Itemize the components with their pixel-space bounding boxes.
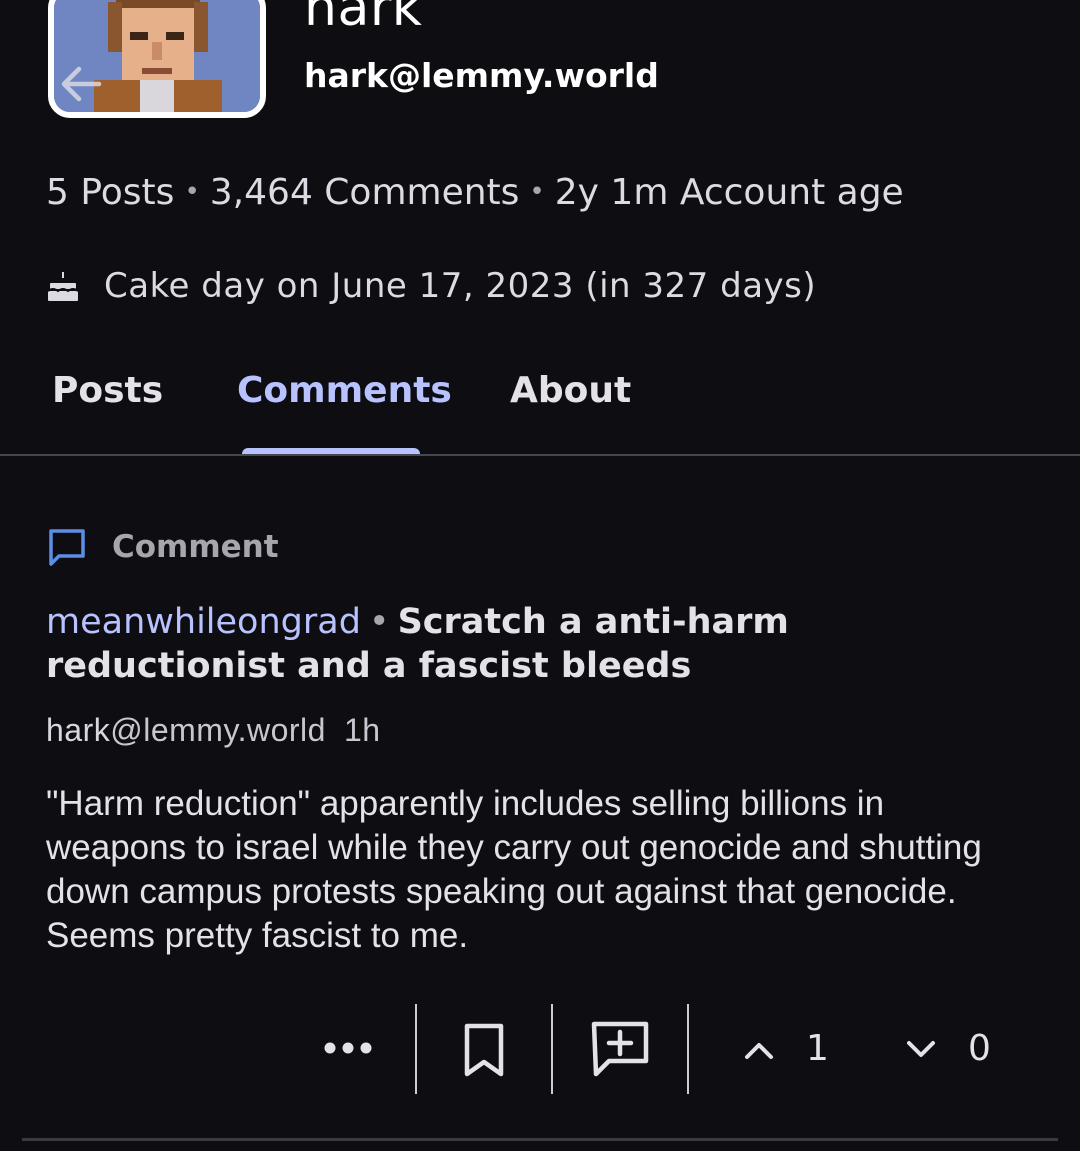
comment-body[interactable]: "Harm reduction" apparently includes sel… [46,782,1006,958]
posts-count: 5 Posts [46,172,175,213]
profile-stats: 5 Posts • 3,464 Comments • 2y 1m Account age [46,172,904,213]
downvote-count: 0 [968,1028,991,1069]
author-instance: @lemmy.world [110,712,326,748]
display-name: hark [304,0,423,38]
tab-about[interactable]: About [510,370,631,411]
user-profile-page: hark hark@lemmy.world 5 Posts • 3,464 Comm… [0,0,1080,1151]
more-options-button[interactable] [318,1026,378,1070]
comments-count: 3,464 Comments [209,172,520,213]
profile-tabs: Posts Comments About [0,350,1080,456]
comment-icon [49,529,85,566]
tabs-divider [0,454,1080,456]
downvote-icon [907,1041,935,1057]
tab-comments[interactable]: Comments [237,370,452,411]
bookmark-button[interactable] [450,1018,518,1082]
upvote-count: 1 [806,1028,829,1069]
comment-action-bar: 1 0 [0,1000,1080,1100]
separator-dot: • [368,602,390,642]
separator-dot: • [184,177,200,207]
action-divider [551,1004,553,1094]
comment-divider [22,1138,1058,1141]
comment-age: 1h [343,712,381,748]
account-age: 2y 1m Account age [554,172,904,213]
comment-meta: hark@lemmy.world 1h [46,712,381,749]
comment-post-title: meanwhileongrad • Scratch a anti-harm redu… [46,600,1036,688]
comment-author[interactable]: hark@lemmy.world [46,712,326,748]
reply-icon [591,1021,649,1077]
author-name: hark [46,712,111,748]
back-arrow-icon [61,66,102,102]
community-link[interactable]: meanwhileongrad [46,602,361,642]
more-options-icon [324,1042,372,1054]
upvote-icon [745,1043,773,1059]
tab-posts[interactable]: Posts [52,370,163,411]
bookmark-icon [464,1023,504,1077]
separator-dot: • [529,177,545,207]
cake-icon [47,272,79,301]
user-handle: hark@lemmy.world [304,56,659,95]
cake-day-text: Cake day on June 17, 2023 (in 327 days) [104,266,817,306]
action-divider [415,1004,417,1094]
downvote-button[interactable] [902,1032,940,1068]
cake-day-row: Cake day on June 17, 2023 (in 327 days) [46,266,816,306]
back-button[interactable] [54,58,106,110]
upvote-button[interactable] [740,1032,778,1068]
reply-button[interactable] [584,1016,656,1082]
comment-type-row: Comment [46,526,279,568]
comment-type-label: Comment [112,529,279,565]
action-divider [687,1004,689,1094]
